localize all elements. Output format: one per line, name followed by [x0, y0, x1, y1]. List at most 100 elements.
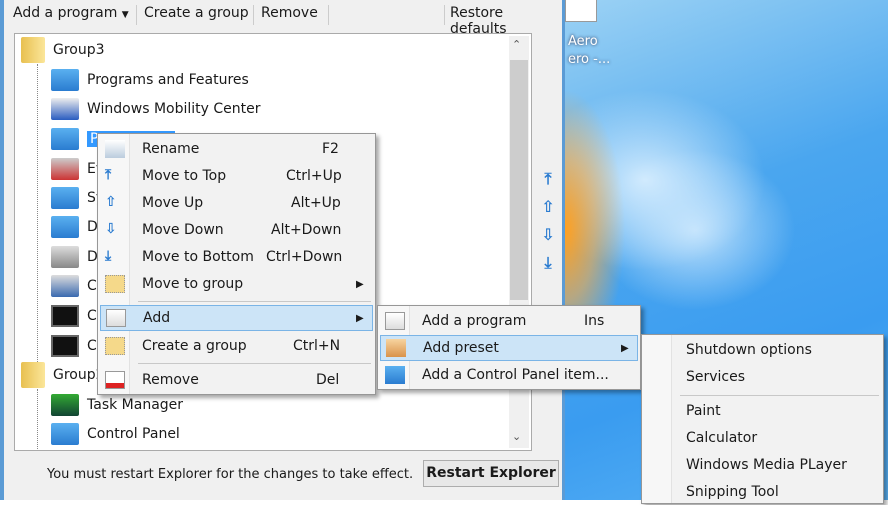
- menu-item-preset[interactable]: Windows Media PLayer: [644, 452, 881, 478]
- move-bottom-icon: ⤓: [105, 248, 112, 264]
- desktop-icon-label[interactable]: ero -...: [568, 52, 610, 67]
- menu-item-move-up[interactable]: ⇧ Move Up Alt+Up: [100, 190, 373, 216]
- item-label: Programs and Features: [87, 72, 249, 88]
- label: Add a program: [422, 313, 527, 329]
- menu-item-add[interactable]: Add ▶: [100, 305, 373, 331]
- window-icon: [106, 309, 126, 327]
- move-top-icon: ⤒: [105, 167, 112, 183]
- disk-icon: [51, 246, 79, 268]
- divider: [138, 301, 371, 302]
- submenu-arrow-icon: ▶: [356, 278, 364, 290]
- shortcut: Ctrl+Down: [266, 249, 343, 265]
- remove-icon: [105, 371, 125, 389]
- label: Add preset: [423, 340, 499, 356]
- label: Remove: [142, 372, 199, 388]
- move-top-icon[interactable]: ⤒: [539, 170, 557, 188]
- label: Shutdown options: [686, 342, 812, 358]
- package-icon: [386, 339, 406, 357]
- restart-explorer-button[interactable]: Restart Explorer: [423, 460, 559, 487]
- divider: [444, 5, 445, 25]
- label: Move Down: [142, 222, 224, 238]
- menu-item-add-control-panel[interactable]: Add a Control Panel item...: [380, 362, 638, 388]
- label: Add a Control Panel item...: [422, 367, 609, 383]
- tree-group[interactable]: Group2: [21, 362, 105, 388]
- label: Move to Top: [142, 168, 227, 184]
- shortcut: Ctrl+N: [293, 338, 341, 354]
- menu-item-move-bottom[interactable]: ⤓ Move to Bottom Ctrl+Down: [100, 244, 373, 270]
- menu-item-preset[interactable]: Snipping Tool: [644, 479, 881, 505]
- add-program-label: Add a program: [13, 5, 118, 21]
- move-bottom-icon[interactable]: ⤓: [539, 254, 557, 272]
- tree-item[interactable]: Di: [51, 245, 102, 269]
- label: Rename: [142, 141, 200, 157]
- label: Move to group: [142, 276, 244, 292]
- desktop-app-icon[interactable]: [565, 0, 597, 22]
- shortcut: Ins: [584, 313, 605, 329]
- command-prompt-icon: [51, 335, 79, 357]
- shortcut: Ctrl+Up: [286, 168, 342, 184]
- menu-item-preset[interactable]: Services: [644, 364, 881, 390]
- item-label: Windows Mobility Center: [87, 101, 261, 117]
- submenu-arrow-icon: ▶: [356, 312, 364, 324]
- control-panel-icon: [51, 69, 79, 91]
- item-label: Control Panel: [87, 426, 180, 442]
- menu-item-rename[interactable]: Rename F2: [100, 136, 373, 162]
- desktop-icon-label[interactable]: Aero: [568, 34, 598, 49]
- move-down-icon: ⇩: [105, 221, 117, 237]
- control-panel-icon: [51, 128, 79, 150]
- submenu-arrow-icon: ▶: [621, 342, 629, 354]
- label: Create a group: [142, 338, 247, 354]
- task-manager-icon: [51, 394, 79, 416]
- label: Snipping Tool: [686, 484, 779, 500]
- event-viewer-icon: [51, 158, 79, 180]
- scroll-up-icon[interactable]: ⌃: [512, 38, 521, 51]
- menu-item-preset[interactable]: Calculator: [644, 425, 881, 451]
- tree-item[interactable]: Windows Mobility Center: [51, 97, 261, 121]
- divider: [138, 363, 371, 364]
- menu-item-create-group[interactable]: Create a group Ctrl+N: [100, 333, 373, 359]
- label: Calculator: [686, 430, 758, 446]
- move-up-icon: ⇧: [105, 194, 117, 210]
- label: Windows Media PLayer: [686, 457, 847, 473]
- remove-button[interactable]: Remove: [261, 5, 318, 21]
- chevron-down-icon: ▼: [121, 10, 129, 20]
- group-icon: [105, 275, 125, 293]
- tree-group[interactable]: Group3: [21, 37, 105, 63]
- scroll-down-icon[interactable]: ⌄: [512, 430, 521, 443]
- menu-item-move-top[interactable]: ⤒ Move to Top Ctrl+Up: [100, 163, 373, 189]
- move-down-icon[interactable]: ⇩: [539, 226, 557, 244]
- menu-item-move-down[interactable]: ⇩ Move Down Alt+Down: [100, 217, 373, 243]
- create-group-button[interactable]: Create a group: [144, 5, 249, 21]
- mobility-center-icon: [51, 98, 79, 120]
- group-icon: [105, 337, 125, 355]
- preset-submenu: Shutdown options Services Paint Calculat…: [641, 334, 884, 504]
- add-program-dropdown[interactable]: Add a program ▼: [13, 5, 129, 21]
- folder-icon: [21, 362, 45, 388]
- tree-item[interactable]: Task Manager: [51, 393, 183, 417]
- shortcut: Alt+Down: [271, 222, 342, 238]
- menu-item-add-preset[interactable]: Add preset ▶: [380, 335, 638, 361]
- restart-message: You must restart Explorer for the change…: [47, 467, 414, 482]
- label: Add: [143, 310, 171, 326]
- menu-item-remove[interactable]: Remove Del: [100, 367, 373, 393]
- item-label: Task Manager: [87, 397, 184, 413]
- tree-item[interactable]: Programs and Features: [51, 68, 249, 92]
- computer-icon: [51, 275, 79, 297]
- divider: [680, 395, 879, 396]
- shortcut: Alt+Up: [291, 195, 341, 211]
- move-up-icon[interactable]: ⇧: [539, 198, 557, 216]
- label: Services: [686, 369, 746, 385]
- window-icon: [385, 312, 405, 330]
- divider: [136, 5, 137, 25]
- tree-item[interactable]: Control Panel: [51, 422, 180, 446]
- rename-icon: [105, 140, 125, 158]
- scrollbar-thumb[interactable]: [510, 60, 528, 300]
- menu-item-add-program[interactable]: Add a program Ins: [380, 308, 638, 334]
- divider: [253, 5, 254, 25]
- command-prompt-icon: [51, 305, 79, 327]
- label: Move to Bottom: [142, 249, 254, 265]
- divider: [328, 5, 329, 25]
- menu-item-preset[interactable]: Shutdown options: [644, 337, 881, 363]
- menu-item-move-to-group[interactable]: Move to group ▶: [100, 271, 373, 297]
- menu-item-preset[interactable]: Paint: [644, 398, 881, 424]
